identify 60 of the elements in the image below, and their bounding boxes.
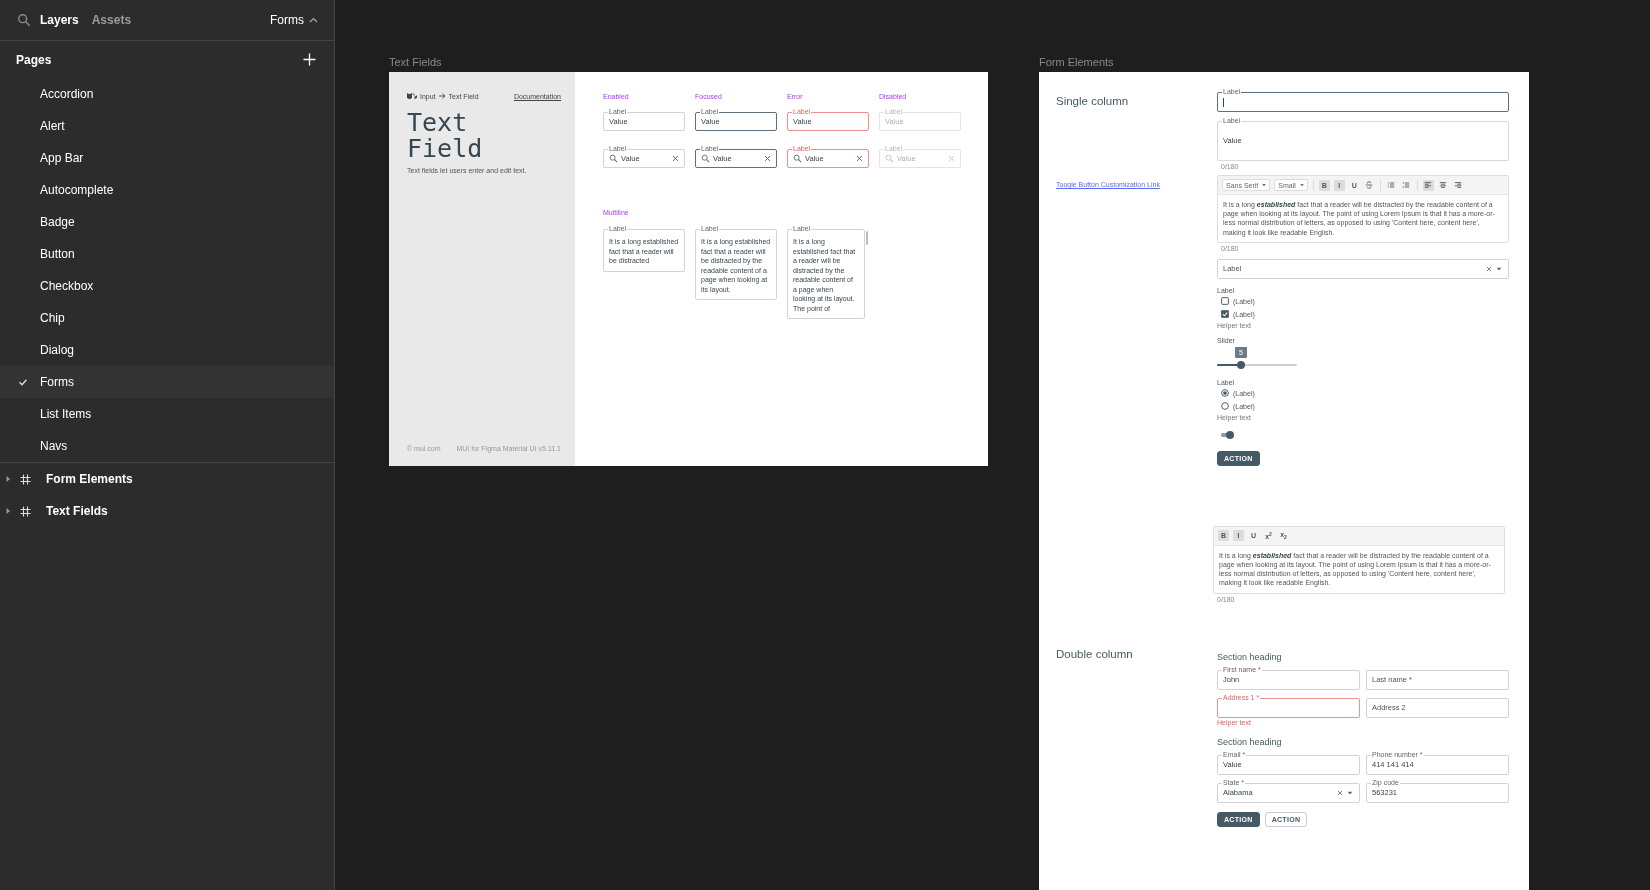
page-item[interactable]: Forms xyxy=(0,366,334,398)
toggle-switch[interactable] xyxy=(1220,430,1234,439)
layer-row[interactable]: Form Elements xyxy=(0,463,334,495)
page-item[interactable]: Alert xyxy=(0,110,334,142)
section-heading: Section heading xyxy=(1217,736,1283,747)
close-icon xyxy=(1486,265,1492,272)
page-item[interactable]: Checkbox xyxy=(0,270,334,302)
search-icon xyxy=(885,154,894,163)
section-heading: Pages xyxy=(16,52,53,67)
format-icon xyxy=(1387,181,1396,189)
dropdown-icon xyxy=(1261,182,1268,188)
strikethrough-icon xyxy=(1365,181,1374,189)
slider-thumb[interactable] xyxy=(1237,360,1245,369)
format-icon xyxy=(1439,181,1448,189)
logo-icon xyxy=(407,92,417,100)
format-icon xyxy=(1424,181,1433,189)
dropdown-icon xyxy=(1298,182,1305,188)
page-item[interactable]: Button xyxy=(0,238,334,270)
page-item[interactable]: Dialog xyxy=(0,334,334,366)
text-cursor xyxy=(1223,97,1224,107)
search-icon xyxy=(793,154,802,163)
panel-tab[interactable]: Layers xyxy=(40,13,79,27)
search-icon xyxy=(701,154,710,163)
page-item[interactable]: Accordion xyxy=(0,78,334,110)
check-icon xyxy=(18,377,28,387)
format-button[interactable] xyxy=(1422,179,1434,191)
page-item[interactable]: List Items xyxy=(0,398,334,430)
panel-tab[interactable]: Assets xyxy=(91,13,132,27)
page-title: Text Field xyxy=(407,110,484,162)
frame-icon xyxy=(20,505,31,517)
page-item[interactable]: Chip xyxy=(0,302,334,334)
rich-text-editor[interactable] xyxy=(1217,175,1509,243)
format-button[interactable] xyxy=(1363,179,1375,191)
format-icon xyxy=(1402,181,1411,189)
page-menu[interactable]: Forms xyxy=(270,13,318,27)
frame-title[interactable]: Form Elements xyxy=(1039,56,1529,72)
close-icon xyxy=(672,155,679,162)
page-item[interactable]: App Bar xyxy=(0,142,334,174)
frame-title[interactable]: Text Fields xyxy=(389,56,988,72)
section-title: Double column xyxy=(1056,647,1134,660)
frame-icon xyxy=(20,473,31,485)
arrow-icon xyxy=(438,93,446,99)
search-icon xyxy=(609,154,618,163)
close-icon xyxy=(764,155,771,162)
search-icon xyxy=(17,13,31,27)
page-item[interactable]: Badge xyxy=(0,206,334,238)
close-icon xyxy=(856,155,863,162)
format-icon xyxy=(1454,181,1463,189)
close-icon xyxy=(1337,789,1343,796)
plus-icon[interactable] xyxy=(303,53,316,66)
section-heading: Section heading xyxy=(1217,651,1283,662)
format-button[interactable] xyxy=(1452,179,1464,191)
layer-row[interactable]: Text Fields xyxy=(0,495,334,527)
page-item[interactable]: Autocomplete xyxy=(0,174,334,206)
rich-text-editor[interactable] xyxy=(1213,525,1505,594)
section-title: Single column xyxy=(1056,95,1130,107)
page-item[interactable]: Navs xyxy=(0,430,334,462)
close-icon xyxy=(948,155,955,162)
scrollbar[interactable] xyxy=(866,231,868,245)
format-button[interactable] xyxy=(1437,179,1449,191)
